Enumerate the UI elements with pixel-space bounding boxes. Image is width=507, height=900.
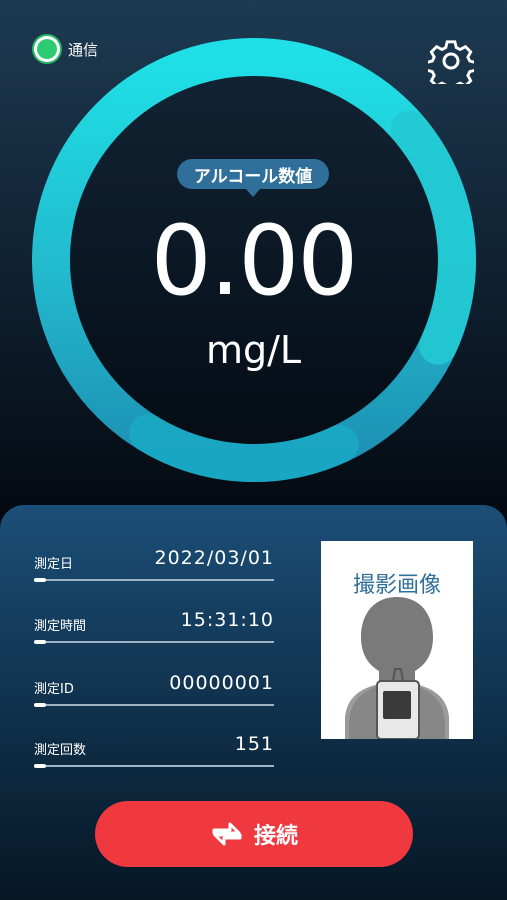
connect-button[interactable]: 接続 <box>95 801 413 867</box>
alcohol-value: 0.00 <box>150 205 359 317</box>
alcohol-value-badge: アルコール数値 <box>177 159 329 197</box>
row-label: 測定ID <box>34 682 74 697</box>
row-underline <box>34 578 274 582</box>
measurement-row: 測定ID 00000001 <box>34 672 274 707</box>
row-value: 2022/03/01 <box>154 547 274 569</box>
swap-arrows-icon <box>212 822 242 846</box>
row-underline <box>34 764 274 768</box>
row-underline <box>34 640 274 644</box>
person-silhouette-icon <box>345 597 449 739</box>
row-label: 測定日 <box>34 557 74 572</box>
row-label: 測定時間 <box>34 619 87 634</box>
row-underline <box>34 703 274 707</box>
row-value: 15:31:10 <box>180 609 274 631</box>
connect-label: 接続 <box>253 824 298 849</box>
row-value: 151 <box>234 733 274 755</box>
row-value: 00000001 <box>169 672 274 694</box>
alcohol-unit: mg/L <box>205 328 302 372</box>
captured-photo[interactable]: 撮影画像 <box>321 541 473 739</box>
measurement-row: 測定時間 15:31:10 <box>34 609 274 644</box>
measurement-row: 測定回数 151 <box>34 733 274 768</box>
measurement-row: 測定日 2022/03/01 <box>34 547 274 582</box>
row-label: 測定回数 <box>34 743 87 758</box>
